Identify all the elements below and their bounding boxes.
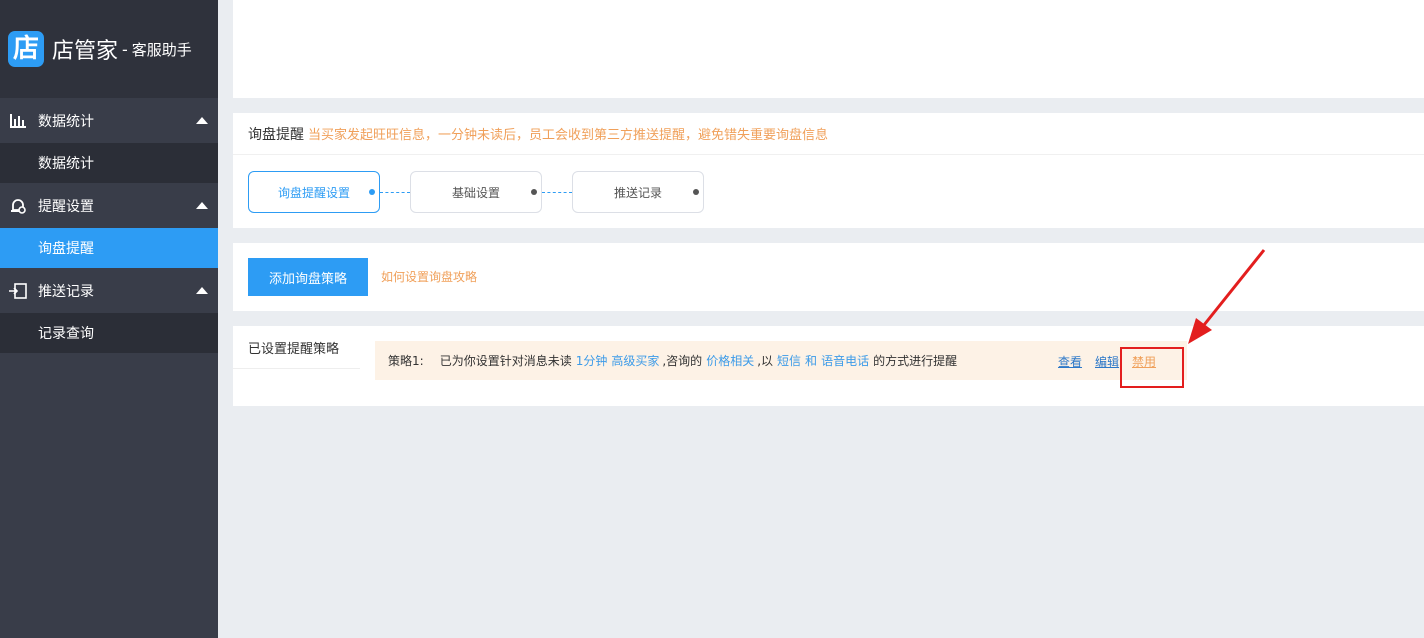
policy-time: 1分钟 <box>575 354 608 368</box>
brand-logo: 店 店管家 - 客服助手 <box>0 0 218 98</box>
store-logo-icon: 店 <box>8 31 44 67</box>
sidebar-item-label: 数据统计 <box>38 156 94 172</box>
policy-panel: 已设置提醒策略 策略1: 已为你设置针对消息未读 1分钟 高级买家 ,咨询的 价… <box>233 326 1424 406</box>
bar-chart-icon <box>8 111 28 131</box>
view-link[interactable]: 查看 <box>1058 353 1082 370</box>
sidebar-group-push-records[interactable]: 推送记录 <box>0 268 218 313</box>
policy-topic: 价格相关 <box>706 354 755 368</box>
caret-up-icon <box>196 201 208 209</box>
annotation-highlight-box <box>1120 347 1184 388</box>
brand-name: 店管家 <box>52 39 119 64</box>
policy-and: 和 <box>805 354 818 368</box>
sidebar-group-reminder-settings[interactable]: 提醒设置 <box>0 183 218 228</box>
policy-text-part2: ,咨询的 <box>662 354 703 368</box>
policy-method1: 短信 <box>777 354 802 368</box>
step-label: 推送记录 <box>613 185 662 200</box>
sidebar-item-label: 询盘提醒 <box>38 241 94 257</box>
policy-prefix: 策略1: <box>388 354 424 368</box>
step-basic-settings[interactable]: 基础设置 <box>410 171 542 213</box>
step-connector <box>380 191 410 193</box>
sidebar-group-data-stats[interactable]: 数据统计 <box>0 98 218 143</box>
step-dot-icon <box>693 189 699 195</box>
step-dot-icon <box>369 189 375 195</box>
sidebar: 店 店管家 - 客服助手 数据统计 数据统计 提醒设置 询盘提醒 推送记录 记录… <box>0 0 218 638</box>
sidebar-group-label: 数据统计 <box>38 113 94 130</box>
policy-text-part3: ,以 <box>757 354 774 368</box>
policy-row: 策略1: 已为你设置针对消息未读 1分钟 高级买家 ,咨询的 价格相关 ,以 短… <box>375 341 1187 380</box>
policy-text-part4: 的方式进行提醒 <box>873 354 958 368</box>
step-tabs: 询盘提醒设置 基础设置 推送记录 <box>248 171 704 213</box>
caret-up-icon <box>196 286 208 294</box>
notice-title: 询盘提醒 <box>248 126 304 143</box>
brand-subtitle: 客服助手 <box>131 40 192 59</box>
step-push-records[interactable]: 推送记录 <box>572 171 704 213</box>
notice-row: 询盘提醒 当买家发起旺旺信息，一分钟未读后，员工会收到第三方推送提醒，避免错失重… <box>233 113 1424 155</box>
policy-buyer: 高级买家 <box>611 354 660 368</box>
sidebar-group-label: 推送记录 <box>38 283 94 300</box>
step-label: 基础设置 <box>451 185 500 200</box>
policy-tab[interactable]: 已设置提醒策略 <box>233 326 360 369</box>
sidebar-item-inquiry-reminder[interactable]: 询盘提醒 <box>0 228 218 268</box>
push-record-icon <box>8 281 28 301</box>
policy-method2: 语音电话 <box>821 354 870 368</box>
steps-panel: 询盘提醒 当买家发起旺旺信息，一分钟未读后，员工会收到第三方推送提醒，避免错失重… <box>233 113 1424 228</box>
add-inquiry-strategy-button[interactable]: 添加询盘策略 <box>248 258 368 296</box>
step-inquiry-reminder-settings[interactable]: 询盘提醒设置 <box>248 171 380 213</box>
step-label: 询盘提醒设置 <box>277 185 350 200</box>
notice-text: 当买家发起旺旺信息，一分钟未读后，员工会收到第三方推送提醒，避免错失重要询盘信息 <box>308 128 829 143</box>
step-connector <box>542 191 572 193</box>
edit-link[interactable]: 编辑 <box>1095 353 1119 370</box>
sidebar-item-record-query[interactable]: 记录查询 <box>0 313 218 353</box>
top-blank-panel <box>233 0 1424 98</box>
step-dot-icon <box>531 189 537 195</box>
sidebar-item-label: 记录查询 <box>38 326 94 342</box>
actions-panel: 添加询盘策略 如何设置询盘攻略 <box>233 243 1424 311</box>
brand-separator: - <box>122 39 128 59</box>
sidebar-item-data-stats[interactable]: 数据统计 <box>0 143 218 183</box>
policy-text-part1: 已为你设置针对消息未读 <box>439 354 572 368</box>
sidebar-group-label: 提醒设置 <box>38 198 94 215</box>
caret-up-icon <box>196 116 208 124</box>
help-link[interactable]: 如何设置询盘攻略 <box>381 268 477 285</box>
alarm-gear-icon <box>8 196 28 216</box>
